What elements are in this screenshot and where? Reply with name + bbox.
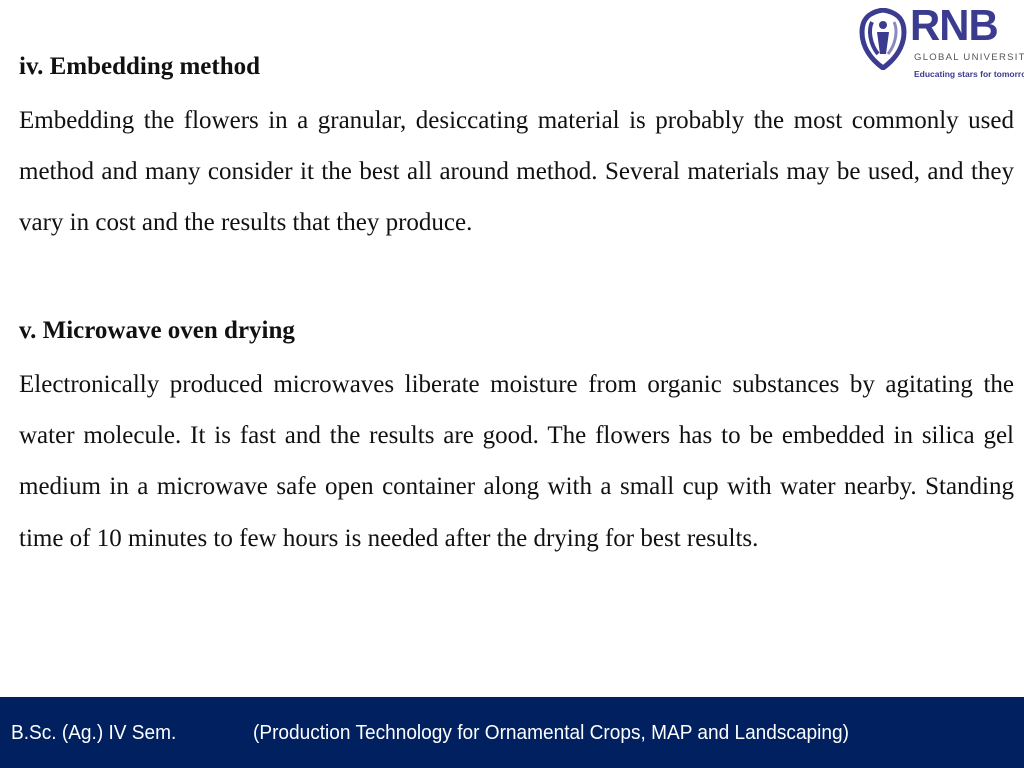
footer-bar: B.Sc. (Ag.) IV Sem. (Production Technolo… bbox=[0, 697, 1024, 768]
logo-tagline: Educating stars for tomorrow bbox=[914, 69, 1024, 79]
section-heading-embedding: iv. Embedding method bbox=[19, 53, 261, 80]
logo-name: RNB bbox=[910, 1, 999, 50]
shield-person-icon bbox=[859, 8, 907, 70]
section-heading-microwave: v. Microwave oven drying bbox=[19, 317, 295, 344]
university-logo: RNB GLOBAL UNIVERSITY Educating stars fo… bbox=[858, 1, 1024, 86]
footer-course: B.Sc. (Ag.) IV Sem. bbox=[11, 721, 177, 744]
section-body-embedding: Embedding the flowers in a granular, des… bbox=[19, 107, 1014, 237]
footer-subject: (Production Technology for Ornamental Cr… bbox=[253, 721, 849, 744]
logo-subtitle: GLOBAL UNIVERSITY bbox=[914, 52, 1024, 63]
section-body-microwave: Electronically produced microwaves liber… bbox=[19, 371, 1014, 552]
